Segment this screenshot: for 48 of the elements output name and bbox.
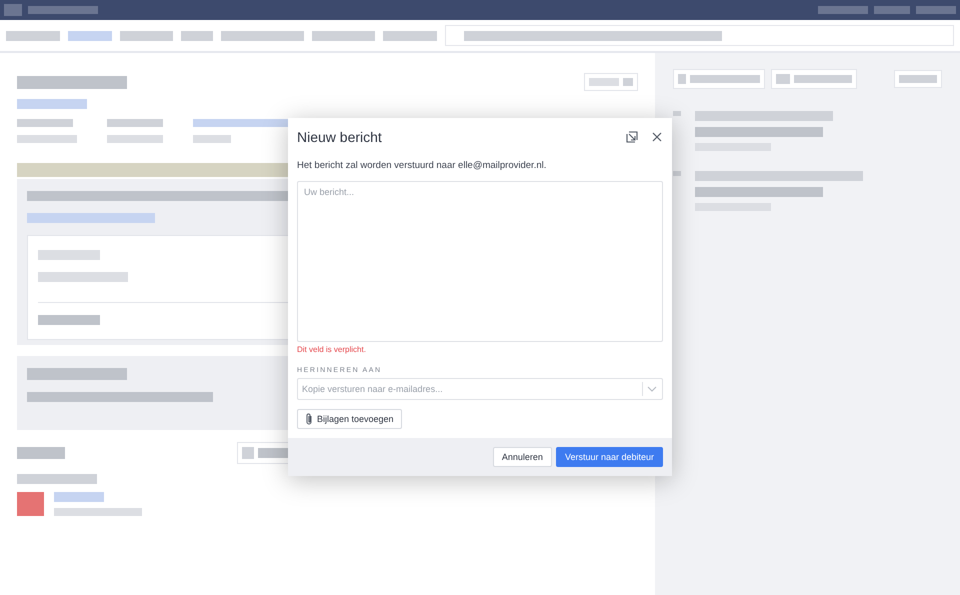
placeholder-bar <box>38 315 100 325</box>
placeholder-button[interactable] <box>673 69 765 89</box>
placeholder-bar <box>383 30 437 40</box>
placeholder-bar <box>874 6 910 14</box>
search-field[interactable] <box>445 25 954 46</box>
placeholder-bar <box>690 75 760 83</box>
close-icon[interactable] <box>652 132 662 142</box>
placeholder-bar <box>776 74 790 84</box>
dialog-title: Nieuw bericht <box>297 129 383 145</box>
placeholder-bar <box>794 75 852 83</box>
placeholder-bar <box>17 99 87 109</box>
placeholder-button[interactable] <box>584 73 638 91</box>
placeholder-bar <box>899 75 937 83</box>
placeholder-bar <box>181 30 213 40</box>
placeholder-bar <box>623 78 633 86</box>
placeholder-bar <box>107 135 163 143</box>
error-message: Dit veld is verplicht. <box>297 345 367 354</box>
attach-button[interactable]: Bijlagen toevoegen <box>297 409 402 429</box>
placeholder-bar <box>17 135 77 143</box>
message-field[interactable]: Uw bericht... <box>297 181 663 342</box>
placeholder-bar <box>673 171 681 176</box>
placeholder-bar <box>38 250 100 260</box>
placeholder-bar <box>678 74 686 84</box>
placeholder-bar <box>28 6 98 14</box>
placeholder-bar <box>17 119 73 127</box>
recipient-info: Het bericht zal worden verstuurd naar elle@mailprovider.nl. <box>297 160 548 171</box>
placeholder-bar <box>589 78 619 86</box>
placeholder-bar <box>193 135 231 143</box>
placeholder-bar <box>107 119 163 127</box>
placeholder-bar <box>17 447 65 459</box>
placeholder-bar <box>312 30 375 40</box>
placeholder-bar <box>6 30 60 40</box>
send-button[interactable]: Verstuur naar debiteur <box>556 447 663 467</box>
placeholder-bar <box>54 492 104 502</box>
placeholder-bar <box>120 30 173 40</box>
placeholder-bar <box>68 30 112 40</box>
placeholder-button[interactable] <box>894 70 942 88</box>
placeholder-button[interactable] <box>771 69 857 89</box>
cancel-button[interactable]: Annuleren <box>492 447 552 467</box>
placeholder-bar <box>916 6 956 14</box>
email-select[interactable]: Kopie versturen naar e-mailadres... <box>297 378 663 400</box>
paperclip-icon <box>305 413 313 425</box>
placeholder-bar <box>4 4 22 16</box>
placeholder-avatar <box>17 492 44 516</box>
placeholder-bar <box>818 6 868 14</box>
placeholder-bar <box>673 111 681 116</box>
collapse-icon[interactable] <box>626 131 638 143</box>
placeholder-bar <box>242 447 254 459</box>
